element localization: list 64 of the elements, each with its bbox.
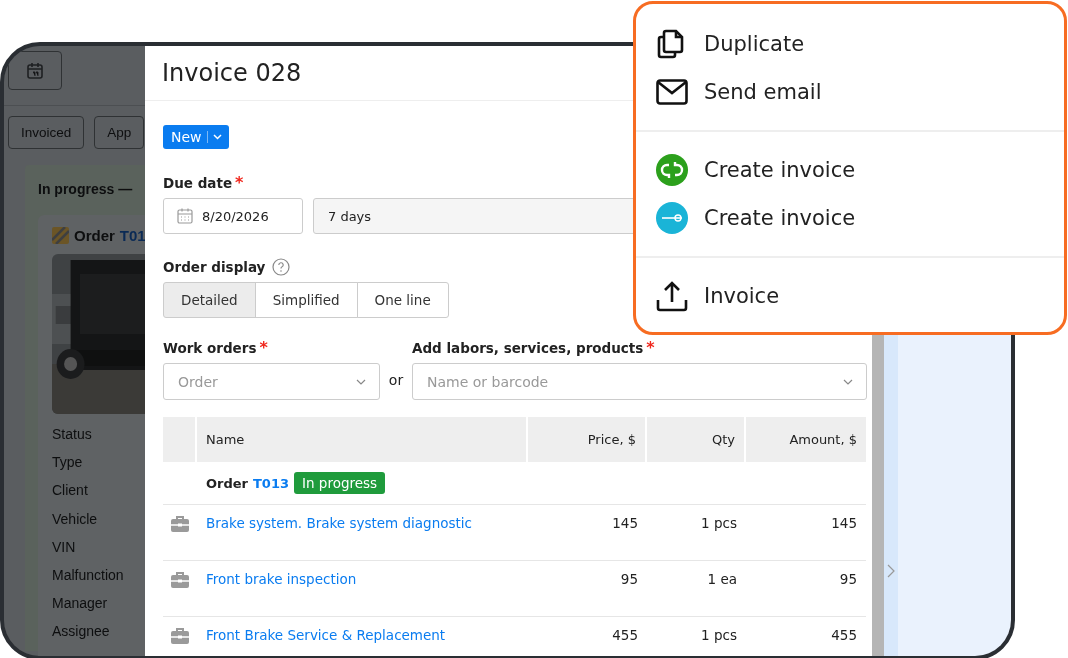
dialog-title: Invoice 028 <box>162 59 302 87</box>
field-label: Due date <box>163 174 233 191</box>
field-label: Vehicle <box>52 510 99 529</box>
price-cell-text: 145 <box>611 515 639 533</box>
order-link[interactable]: T013 <box>253 475 289 491</box>
amount-cell-text: 95 <box>838 571 858 589</box>
caret-icon <box>212 134 222 140</box>
toolbox-icon <box>170 571 190 589</box>
toolbox-icon <box>170 515 190 533</box>
date-field[interactable]: 8/20/2026 <box>163 198 303 234</box>
amount-cell-text: 455 <box>830 627 858 645</box>
order-select[interactable]: Order <box>163 363 380 400</box>
logo-icon <box>656 202 688 234</box>
card-title: Order <box>74 227 115 244</box>
help-icon[interactable] <box>272 258 291 276</box>
status-badge: In progress <box>294 472 386 494</box>
column-header: Name <box>197 417 528 462</box>
logo-icon <box>656 154 688 186</box>
field-label: Work orders <box>163 339 257 356</box>
column-title: In progress — <box>38 181 134 197</box>
field-label: Manager <box>52 595 109 614</box>
field-label: Type <box>52 454 84 473</box>
display-option[interactable]: Detailed <box>163 282 256 318</box>
menu-item[interactable]: Send email <box>636 68 1064 116</box>
field-label: Assignee <box>52 623 111 642</box>
service-link[interactable]: Front brake inspection <box>206 571 357 587</box>
qty-cell-text: 1 ea <box>706 571 738 589</box>
amount-cell-text: 145 <box>830 515 858 533</box>
column-header: Price, $ <box>528 417 647 462</box>
item-search-select[interactable]: Name or barcode <box>412 363 867 400</box>
field-label: VIN <box>52 538 77 557</box>
qty-cell-text: 1 pcs <box>700 515 738 533</box>
field-label: Client <box>52 482 89 501</box>
order-label: Order <box>206 475 248 491</box>
new-button[interactable]: New <box>163 125 229 149</box>
required-mark: * <box>235 173 244 192</box>
display-option[interactable]: Simplified <box>254 282 358 318</box>
service-link[interactable]: Brake system. Brake system diagnostic <box>206 515 472 531</box>
service-link[interactable]: Front Brake Service & Replacement <box>206 627 446 643</box>
calendar-icon <box>26 61 44 80</box>
menu-item[interactable]: Duplicate <box>636 20 1064 68</box>
price-cell-text: 455 <box>611 627 639 645</box>
toolbox-icon <box>170 627 190 645</box>
striped-square-icon <box>52 227 69 244</box>
column-header: Qty <box>647 417 746 462</box>
chevron-right-icon <box>887 564 895 578</box>
required-mark: * <box>259 338 268 357</box>
chevron-down-icon <box>843 379 853 385</box>
display-option[interactable]: One line <box>356 282 449 318</box>
required-mark: * <box>646 338 655 357</box>
upload-icon <box>656 280 688 312</box>
menu-item[interactable]: Invoice <box>636 272 1064 320</box>
field-label: Order display <box>163 259 266 275</box>
calendar-icon <box>176 207 194 225</box>
field-label: Malfunction <box>52 566 125 585</box>
column-header: Amount, $ <box>746 417 866 462</box>
envelope-icon <box>656 79 688 105</box>
separator-text: or <box>387 372 405 390</box>
chevron-down-icon <box>356 379 366 385</box>
price-cell-text: 95 <box>619 571 639 589</box>
qty-cell-text: 1 pcs <box>700 627 738 645</box>
menu-item[interactable]: Create invoice <box>636 146 1064 194</box>
field-label: Add labors, services, products <box>412 339 644 356</box>
field-label: Status <box>52 426 93 444</box>
